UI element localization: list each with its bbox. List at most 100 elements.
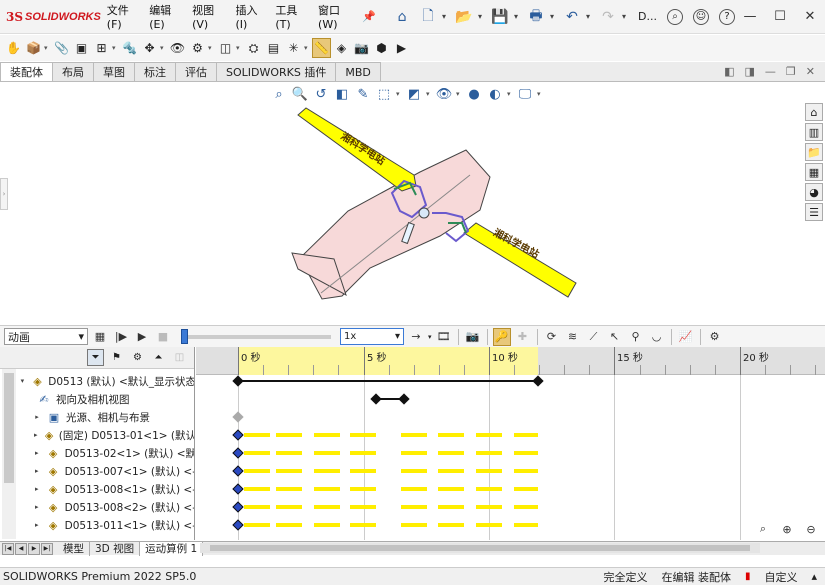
smart-fasteners-icon[interactable]: 🔩 xyxy=(120,38,139,58)
save-icon[interactable]: 💾 xyxy=(488,6,512,28)
stop-icon[interactable]: ■ xyxy=(154,328,172,346)
solidworks-resources-icon[interactable]: ⌂ xyxy=(805,103,823,121)
animation-bar[interactable] xyxy=(514,451,538,455)
animation-bar[interactable] xyxy=(438,451,464,455)
home-icon[interactable]: ⌂ xyxy=(390,6,414,28)
tree-item[interactable]: ▸ ◈ D0513-02<1> (默认) <默 xyxy=(18,444,194,462)
insert-components-icon[interactable]: 📦 xyxy=(24,38,43,58)
tree-item[interactable]: ▸ ◈ D0513-011<1> (默认) <- xyxy=(18,516,194,534)
animation-bar[interactable] xyxy=(244,487,270,491)
help-icon[interactable]: ? xyxy=(719,8,735,25)
filter-animated-icon[interactable]: ⏷ xyxy=(87,349,104,366)
animation-bar[interactable] xyxy=(438,469,464,473)
slider-thumb[interactable] xyxy=(181,328,188,344)
tree-item[interactable]: ▸ ◈ D0513-008<1> (默认) <- xyxy=(18,480,194,498)
features-dropdown-icon[interactable]: ▾ xyxy=(208,44,215,52)
tab-layout[interactable]: 布局 xyxy=(52,62,94,81)
animation-bar[interactable] xyxy=(314,451,340,455)
animation-bar[interactable] xyxy=(476,523,502,527)
tree-item[interactable]: ▸ ◈ D0513-008<2> (默认) <- xyxy=(18,498,194,516)
animation-bar[interactable] xyxy=(244,433,270,437)
hscroll-thumb[interactable] xyxy=(210,545,750,551)
animation-bar[interactable] xyxy=(244,505,270,509)
previous-window-icon[interactable]: ◧ xyxy=(724,65,734,78)
assembly-features-icon[interactable]: ⚙ xyxy=(188,38,207,58)
animation-bar[interactable] xyxy=(350,451,376,455)
pin-icon[interactable]: 📌 xyxy=(362,10,376,23)
animation-bar[interactable] xyxy=(350,469,376,473)
expand-icon[interactable]: ▸ xyxy=(32,413,42,421)
menu-insert[interactable]: 插入(I) xyxy=(229,2,269,31)
move-dropdown-icon[interactable]: ▾ xyxy=(160,44,167,52)
playback-speed-select[interactable]: 1x ▾ xyxy=(340,328,404,345)
keypoint[interactable] xyxy=(232,447,244,459)
contact-icon[interactable]: ⚲ xyxy=(627,328,645,346)
graphics-area[interactable]: ⌕ 🔍 ↺ ◧ ✎ ⬚ ▾ ◩ ▾ 👁 ▾ ● ◐ ▾ 🖵 ▾ 湘科学电站 湘科学电站 ⌂… xyxy=(0,83,825,325)
tab-addins[interactable]: SOLIDWORKS 插件 xyxy=(216,62,337,81)
keypoint[interactable] xyxy=(370,393,382,405)
study-type-select[interactable]: 动画 ▾ xyxy=(4,328,88,345)
file-explorer-icon[interactable]: 📁 xyxy=(805,143,823,161)
animation-bar[interactable] xyxy=(276,451,302,455)
animation-bar[interactable] xyxy=(438,523,464,527)
autokey-icon[interactable]: 🔑 xyxy=(492,327,511,346)
zoom-to-fit-icon[interactable]: ⌕ xyxy=(753,520,773,538)
maximize-icon[interactable]: ☐ xyxy=(765,9,795,24)
doc-minimize-icon[interactable]: — xyxy=(765,65,776,78)
tab-motion-study-1[interactable]: 运动算例 1 xyxy=(140,541,204,556)
filter-selected-icon[interactable]: ⚙ xyxy=(129,349,146,366)
linear-pattern-icon[interactable]: ⊞ xyxy=(92,38,111,58)
rebuild-indicator-icon[interactable]: ▮ xyxy=(745,571,751,582)
component-preview-icon[interactable]: ▣ xyxy=(72,38,91,58)
take-snapshot-icon[interactable]: 📷 xyxy=(352,38,371,58)
first-tab-icon[interactable]: |◀ xyxy=(2,542,14,555)
keypoint[interactable] xyxy=(232,411,244,423)
close-icon[interactable]: ✕ xyxy=(795,9,825,24)
animation-bar[interactable] xyxy=(244,451,270,455)
animation-bar[interactable] xyxy=(401,505,427,509)
move-component-icon[interactable]: ✥ xyxy=(140,38,159,58)
force-icon[interactable]: ↖ xyxy=(606,328,624,346)
tab-sketch[interactable]: 草图 xyxy=(93,62,135,81)
playback-mode-icon[interactable]: → xyxy=(407,328,425,346)
animation-bar[interactable] xyxy=(244,523,270,527)
new-document-icon[interactable]: 🗋 xyxy=(416,6,440,28)
animation-bar[interactable] xyxy=(438,487,464,491)
animation-wizard-icon[interactable]: 📷 xyxy=(464,328,482,346)
tree-item[interactable]: ▸ ◈ (固定) D0513-01<1> (默认 xyxy=(18,426,194,444)
play-from-start-icon[interactable]: |▶ xyxy=(112,328,130,346)
tab-3d-views[interactable]: 3D 视图 xyxy=(90,541,141,556)
appearances-icon[interactable]: ◕ xyxy=(805,183,823,201)
animation-bar[interactable] xyxy=(514,523,538,527)
menu-edit[interactable]: 编辑(E) xyxy=(143,2,186,31)
expand-icon[interactable]: ▸ xyxy=(32,503,42,511)
tree-item[interactable]: ▸ ◈ D0513-007<1> (默认) <- xyxy=(18,462,194,480)
motor-icon[interactable]: ⟳ xyxy=(543,328,561,346)
add-key-icon[interactable]: ✚ xyxy=(514,328,532,346)
minimize-icon[interactable]: — xyxy=(735,9,765,24)
update-speedpak-icon[interactable]: ◈ xyxy=(332,38,351,58)
doc-restore-icon[interactable]: ❐ xyxy=(786,65,796,78)
edit-component-icon[interactable]: ✋ xyxy=(4,38,23,58)
animation-bar[interactable] xyxy=(514,469,538,473)
animation-bar[interactable] xyxy=(514,487,538,491)
animation-bar[interactable] xyxy=(401,487,427,491)
status-dropdown-icon[interactable]: ▴ xyxy=(811,570,817,583)
animation-bar[interactable] xyxy=(401,433,427,437)
keypoint[interactable] xyxy=(232,465,244,477)
expand-icon[interactable]: ▸ xyxy=(32,521,42,529)
open-icon[interactable]: 📂 xyxy=(452,6,476,28)
spring-icon[interactable]: ≋ xyxy=(564,328,582,346)
animation-bar[interactable] xyxy=(276,505,302,509)
save-animation-icon[interactable]: 🎞 xyxy=(435,328,453,346)
search-icon[interactable]: ⌕ xyxy=(667,8,683,25)
autofit-icon[interactable]: ◫ xyxy=(171,349,188,366)
instant3d-icon[interactable]: 📏 xyxy=(312,38,331,58)
zoom-in-icon[interactable]: ⊕ xyxy=(777,520,797,538)
expand-icon[interactable]: ▸ xyxy=(32,431,39,439)
animation-bar[interactable] xyxy=(401,469,427,473)
redo-icon[interactable]: ↷ xyxy=(596,6,620,28)
calculate-icon[interactable]: ▦ xyxy=(91,328,109,346)
animation-bar[interactable] xyxy=(314,487,340,491)
expand-icon[interactable]: ▸ xyxy=(32,449,42,457)
